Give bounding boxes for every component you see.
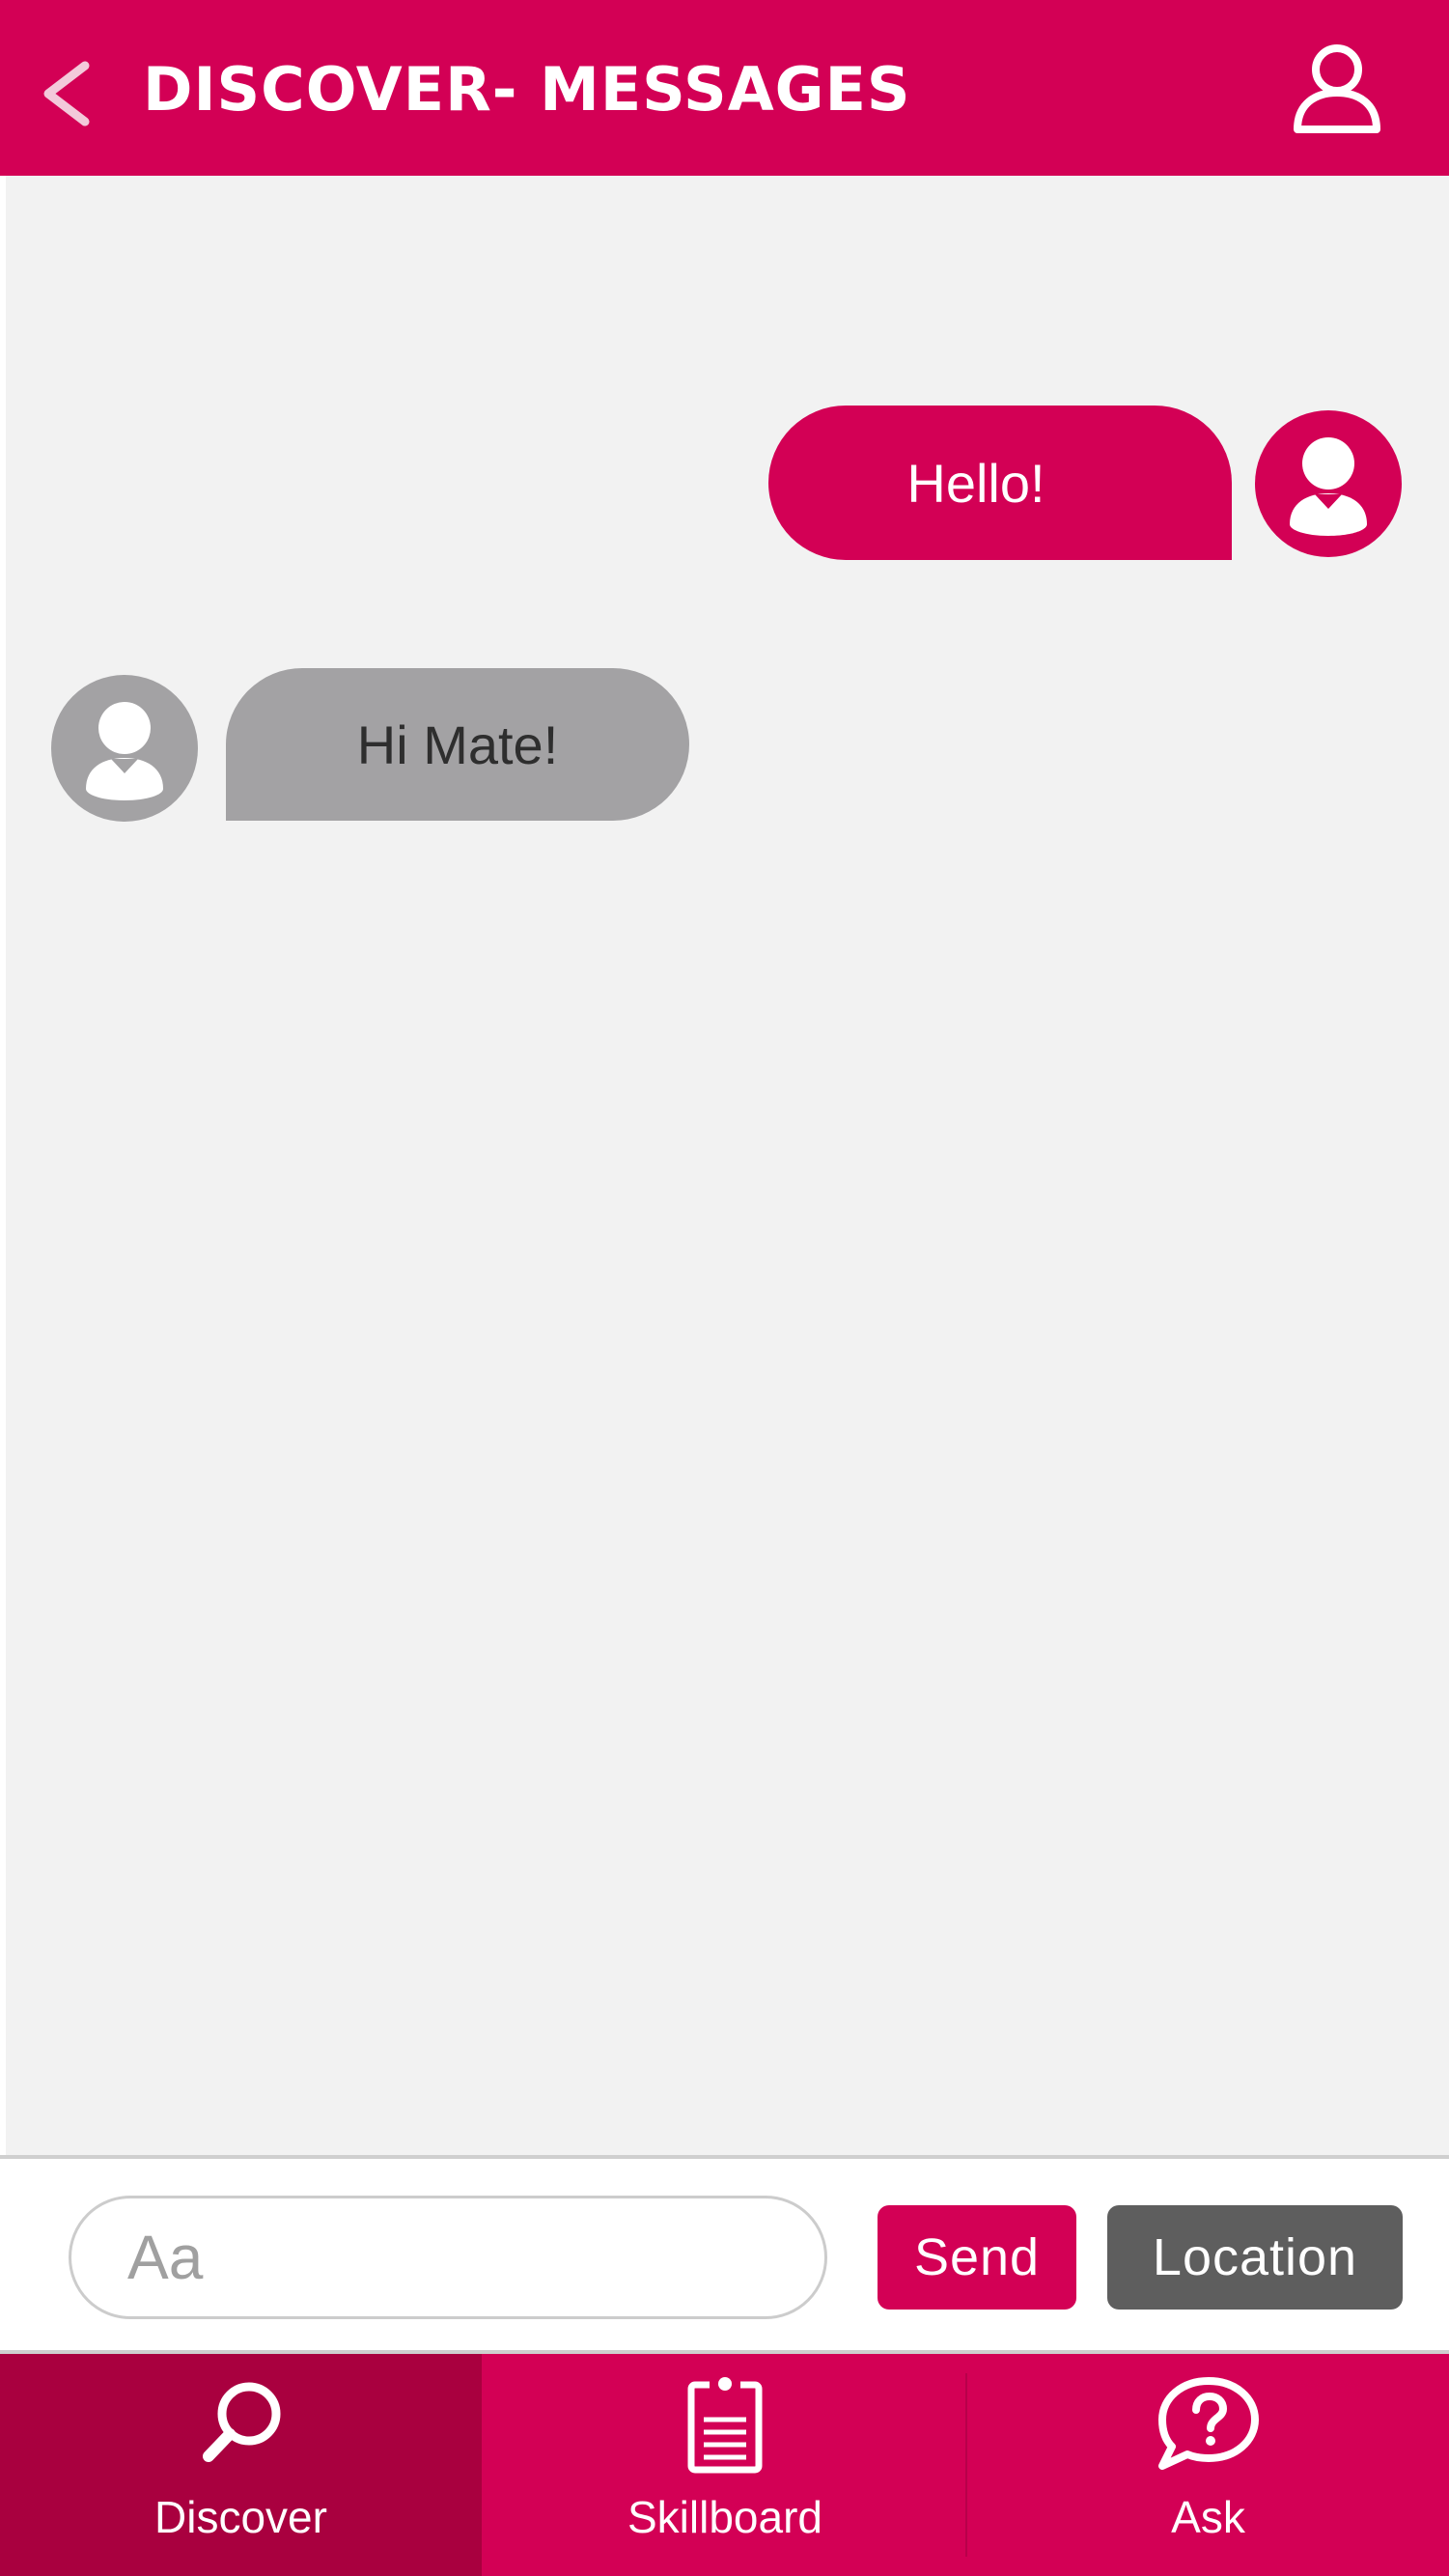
chat-area[interactable]	[6, 176, 1449, 2155]
message-text: Hello!	[906, 452, 1045, 514]
nav-tab-label: Skillboard	[627, 2492, 822, 2542]
location-button[interactable]: Location	[1107, 2205, 1403, 2310]
search-icon	[202, 2382, 280, 2462]
user-outline-icon	[1294, 44, 1380, 133]
question-bubble-icon	[1157, 2377, 1259, 2470]
chevron-left-icon	[43, 61, 90, 126]
back-button[interactable]	[35, 48, 112, 135]
profile-button[interactable]	[1284, 35, 1390, 141]
message-bubble-sent[interactable]: Hello!	[768, 406, 1232, 560]
avatar[interactable]	[1255, 410, 1402, 557]
nav-tab-label: Ask	[1171, 2492, 1245, 2542]
bottom-nav: Discover Skillboard Ask	[0, 2354, 1449, 2576]
user-avatar-icon	[1290, 437, 1367, 536]
nav-tab-skillboard[interactable]: Skillboard	[485, 2354, 965, 2576]
message-bubble-received[interactable]: Hi Mate!	[226, 668, 689, 821]
send-button[interactable]: Send	[878, 2205, 1076, 2310]
message-input[interactable]	[69, 2196, 827, 2319]
app-header: DISCOVER- MESSAGES	[0, 0, 1449, 176]
user-avatar-icon	[86, 702, 163, 800]
nav-tab-discover[interactable]: Discover	[0, 2354, 482, 2576]
clipboard-icon	[687, 2377, 763, 2474]
page-title: DISCOVER- MESSAGES	[143, 54, 911, 125]
message-text: Hi Mate!	[356, 714, 559, 775]
nav-tab-ask[interactable]: Ask	[967, 2354, 1449, 2576]
nav-tab-label: Discover	[154, 2492, 327, 2542]
avatar[interactable]	[51, 675, 198, 822]
